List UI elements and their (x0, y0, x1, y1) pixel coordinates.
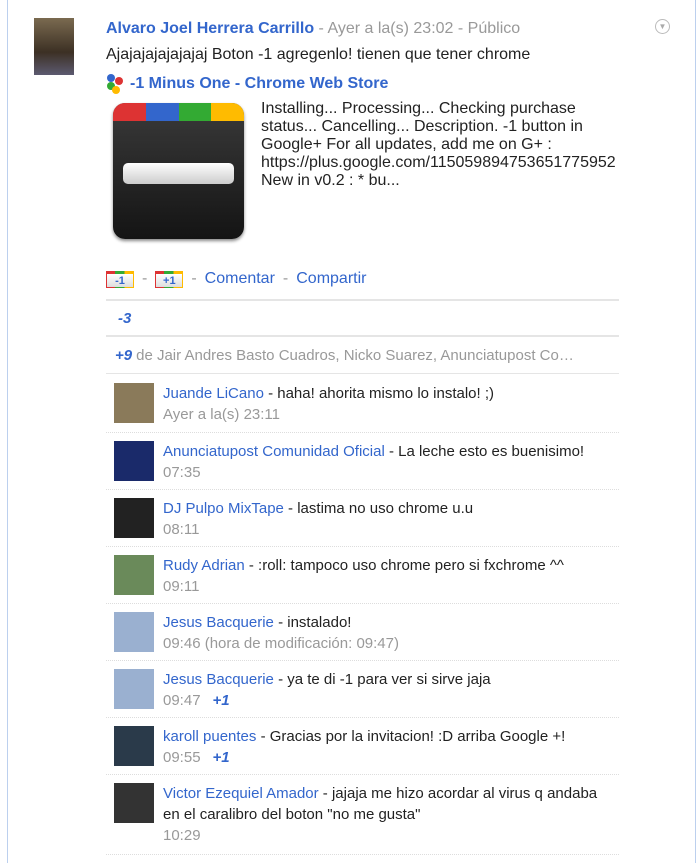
commenter-name[interactable]: Victor Ezequiel Amador (163, 785, 319, 802)
comment-time: 10:29 (163, 827, 201, 844)
comment-text: - lastima no uso chrome u.u (283, 500, 474, 517)
separator: - (191, 270, 197, 287)
divider (106, 373, 619, 374)
minus-one-button[interactable]: -1 (106, 270, 134, 288)
comment: Juande LiCano - haha! ahorita mismo lo i… (106, 375, 619, 433)
minus-count[interactable]: -3 (118, 310, 131, 327)
comment-text: - ya te di -1 para ver si sirve jaja (273, 671, 491, 688)
comment: DJ Pulpo MixTape - lastima no uso chrome… (106, 490, 619, 547)
comment: Victor Ezequiel Amador - jajaja me hizo … (106, 775, 619, 855)
separator: - (142, 270, 148, 287)
comment-text: - haha! ahorita mismo lo instalo! ;) (263, 385, 495, 402)
commenter-name[interactable]: karoll puentes (163, 728, 256, 745)
post-text: Ajajajajajajajaj Boton -1 agregenlo! tie… (106, 46, 531, 63)
commenter-name[interactable]: DJ Pulpo MixTape (163, 500, 284, 517)
comment: karoll puentes - Gracias por la invitaci… (106, 718, 619, 775)
comment-time: 07:35 (163, 464, 201, 481)
commenter-avatar[interactable] (114, 441, 154, 481)
commenter-name[interactable]: Rudy Adrian (163, 557, 245, 574)
plus-ones-people: de Jair Andres Basto Cuadros, Nicko Suar… (136, 347, 574, 364)
share-link[interactable]: Compartir (296, 270, 366, 288)
comment-time: 09:47 (163, 692, 201, 709)
comment-time: 09:11 (163, 578, 200, 595)
divider (106, 299, 619, 301)
comment-time: 09:55 (163, 749, 201, 766)
comment-time: Ayer a la(s) 23:11 (163, 406, 281, 423)
commenter-name[interactable]: Jesus Bacquerie (163, 671, 274, 688)
commenter-avatar[interactable] (114, 726, 154, 766)
comment-time: 08:11 (163, 521, 200, 538)
commenter-name[interactable]: Juande LiCano (163, 385, 264, 402)
author-name-link[interactable]: Alvaro Joel Herrera Carrillo (106, 20, 314, 37)
comment-plus-count[interactable]: +1 (213, 749, 230, 766)
comment-text: - :roll: tampoco uso chrome pero si fxch… (244, 557, 564, 574)
link-title[interactable]: -1 Minus One - Chrome Web Store (130, 75, 388, 93)
comment-text: - La leche esto es buenisimo! (384, 443, 585, 460)
comment: Anunciatupost Comunidad Oficial - La lec… (106, 433, 619, 490)
post-menu-chevron-icon[interactable]: ▼ (655, 19, 670, 34)
plus-count: +9 (115, 347, 133, 364)
shared-link[interactable]: -1 Minus One - Chrome Web Store (106, 74, 388, 94)
commenter-avatar[interactable] (114, 383, 154, 423)
comment-plus-count[interactable]: +1 (213, 692, 230, 709)
comment-link[interactable]: Comentar (205, 270, 275, 288)
comment: Rudy Adrian - :roll: tampoco uso chrome … (106, 547, 619, 604)
post-actions: -1 - +1 - Comentar - Compartir (106, 270, 366, 288)
comment: Jesus Bacquerie - instalado! 09:46 (hora… (106, 604, 619, 661)
plus-one-button[interactable]: +1 (155, 270, 184, 288)
commenter-avatar[interactable] (114, 669, 154, 709)
commenter-avatar[interactable] (114, 612, 154, 652)
separator: - (282, 270, 289, 287)
comment: Jesus Bacquerie - ya te di -1 para ver s… (106, 661, 619, 718)
post-time[interactable]: Ayer a la(s) 23:02 (327, 20, 453, 37)
commenter-avatar[interactable] (114, 498, 154, 538)
google-icon (106, 74, 124, 94)
separator: - (457, 20, 464, 37)
comment-time: 09:46 (hora de modificación: 09:47) (163, 635, 399, 652)
post-visibility[interactable]: Público (468, 20, 520, 37)
author-avatar[interactable] (34, 18, 74, 75)
link-thumbnail[interactable] (113, 103, 244, 239)
separator: - (318, 20, 324, 37)
post-header: Alvaro Joel Herrera Carrillo - Ayer a la… (106, 20, 520, 38)
commenter-avatar[interactable] (114, 783, 154, 823)
comment-text: - Gracias por la invitacion! :D arriba G… (256, 728, 566, 745)
commenter-avatar[interactable] (114, 555, 154, 595)
commenter-name[interactable]: Anunciatupost Comunidad Oficial (163, 443, 385, 460)
commenter-name[interactable]: Jesus Bacquerie (163, 614, 274, 631)
divider (106, 335, 619, 337)
link-description: Installing... Processing... Checking pur… (261, 100, 616, 189)
comment-text: - instalado! (273, 614, 352, 631)
plus-ones-summary[interactable]: +9 de Jair Andres Basto Cuadros, Nicko Su… (115, 347, 574, 364)
